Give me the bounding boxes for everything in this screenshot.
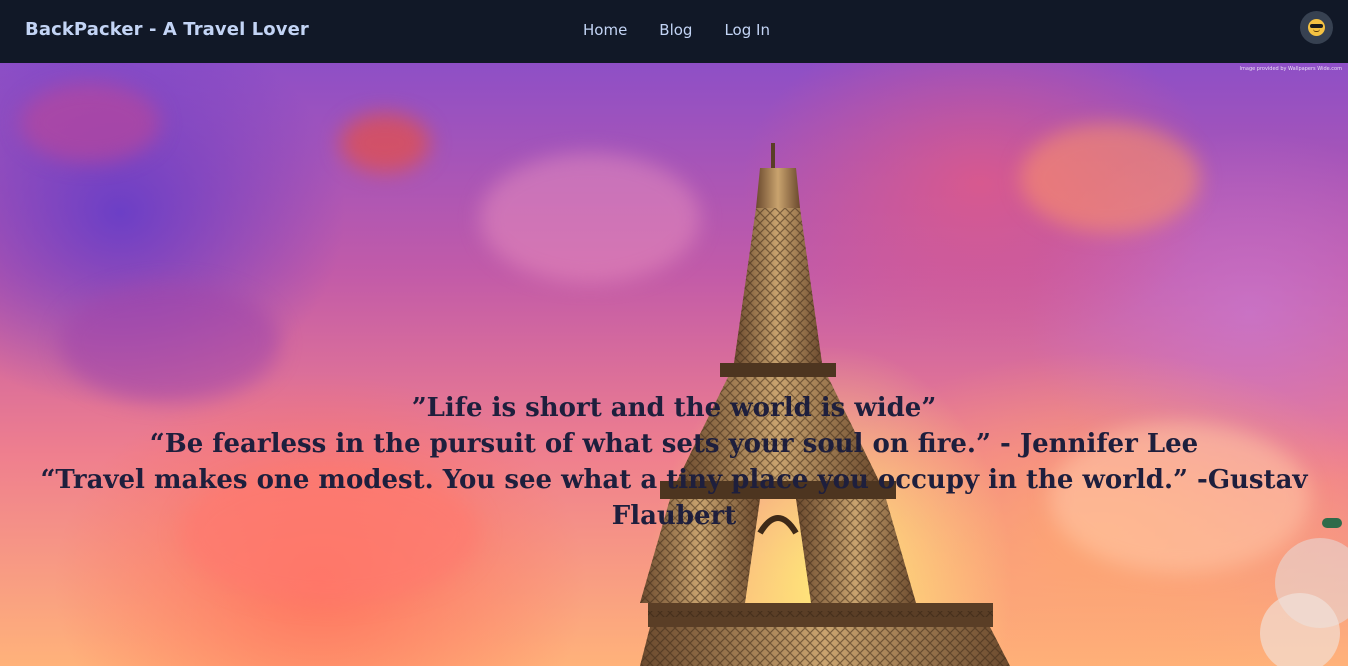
hero-banner: Image provided by Wallpapers Wide.com ”L…	[0, 63, 1348, 666]
nav-link-login[interactable]: Log In	[724, 21, 770, 39]
nav-link-blog[interactable]: Blog	[659, 21, 692, 39]
brand-logo-link[interactable]: BackPacker - A Travel Lover	[25, 19, 309, 40]
nav-link-home[interactable]: Home	[583, 21, 627, 39]
quotes-block: ”Life is short and the world is wide” “B…	[0, 390, 1348, 534]
nav-links: Home Blog Log In	[583, 21, 802, 39]
eiffel-tower-image	[640, 143, 1348, 666]
quote-line: ”Life is short and the world is wide”	[411, 393, 937, 423]
sunglasses-emoji-icon	[1308, 19, 1325, 36]
user-avatar-button[interactable]	[1300, 11, 1333, 44]
quote-line: “Be fearless in the pursuit of what sets…	[149, 429, 1199, 459]
top-navbar: BackPacker - A Travel Lover Home Blog Lo…	[0, 0, 1348, 63]
quote-line: “Travel makes one modest. You see what a…	[40, 465, 1308, 531]
